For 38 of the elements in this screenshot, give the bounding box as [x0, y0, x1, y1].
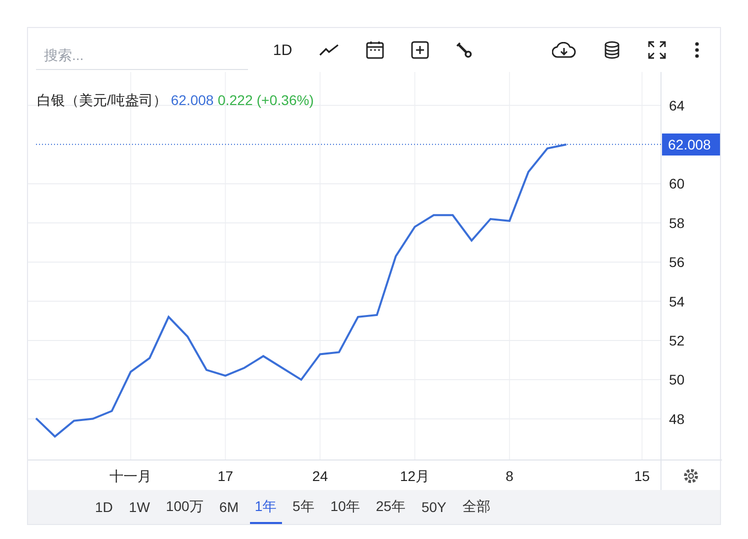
symbol-name: 白银（美元/吨盎司） [37, 92, 167, 110]
range-tab[interactable]: 全部 [457, 490, 496, 524]
range-tab[interactable]: 5年 [288, 490, 320, 524]
interval-button[interactable]: 1D [273, 42, 292, 58]
x-axis-label: 8 [506, 468, 514, 484]
fullscreen-icon[interactable] [648, 41, 666, 59]
range-tab[interactable]: 10年 [325, 490, 365, 524]
price-badge: 62.008 [662, 134, 720, 156]
add-indicator-icon[interactable] [411, 41, 430, 59]
y-axis-label: 54 [669, 293, 685, 310]
x-axis-label: 17 [218, 468, 234, 484]
x-axis-label: 24 [312, 468, 328, 484]
price-change: 0.222 (+0.36%) [218, 92, 314, 110]
x-axis-label: 十一月 [110, 468, 152, 484]
price-value: 62.008 [170, 92, 214, 110]
range-tab[interactable]: 25年 [370, 490, 410, 524]
range-tab[interactable]: 100万 [160, 490, 208, 524]
calendar-icon[interactable] [366, 41, 384, 59]
y-axis-label: 60 [669, 176, 685, 192]
database-icon[interactable] [604, 41, 620, 59]
settings-icon[interactable] [684, 469, 698, 483]
range-tab[interactable]: 1W [124, 492, 155, 522]
x-axis-label: 15 [634, 468, 650, 484]
y-axis-label: 50 [669, 372, 685, 388]
x-axis-label: 12月 [400, 468, 430, 484]
range-tab[interactable]: 50Y [416, 492, 452, 522]
range-tab[interactable]: 1D [90, 492, 118, 522]
range-tab[interactable]: 1年 [250, 490, 282, 524]
range-tab[interactable]: 6M [214, 492, 244, 522]
more-icon[interactable] [694, 41, 700, 59]
y-axis-label: 64 [669, 97, 685, 114]
cloud-download-icon[interactable] [552, 42, 576, 58]
y-axis-label: 52 [669, 332, 685, 348]
y-axis-label: 48 [669, 410, 685, 427]
line-chart-icon[interactable] [319, 43, 340, 57]
search-field[interactable]: 搜索... [36, 40, 248, 70]
y-axis-label: 56 [669, 254, 685, 270]
y-axis-label: 58 [669, 214, 685, 231]
